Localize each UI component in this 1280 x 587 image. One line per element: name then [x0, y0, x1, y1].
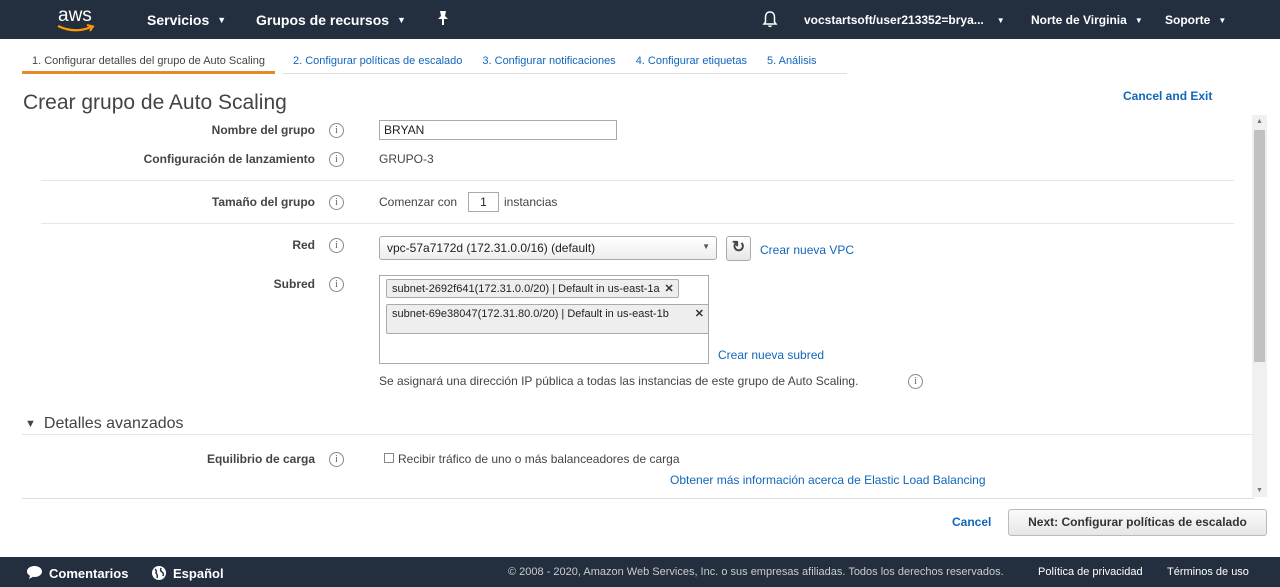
instances-input[interactable]: 1 [468, 192, 499, 212]
info-icon[interactable]: i [329, 452, 344, 467]
page-title: Crear grupo de Auto Scaling [23, 91, 287, 114]
top-nav: aws Servicios ▼ Grupos de recursos ▼ vocst… [0, 0, 1280, 39]
bell-icon[interactable] [762, 10, 778, 31]
user-menu[interactable]: vocstartsoft/user213352=brya... ▼ [804, 13, 1005, 27]
elb-info-link[interactable]: Obtener más información acerca de Elasti… [670, 473, 986, 487]
globe-icon [152, 566, 166, 580]
advanced-details-title: Detalles avanzados [43, 415, 184, 432]
content-bottom-border [22, 498, 1254, 499]
subnet-chip: subnet-2692f641(172.31.0.0/20) | Default… [386, 279, 679, 298]
group-size-label: Tamaño del grupo [211, 195, 315, 209]
services-menu[interactable]: Servicios ▼ [147, 12, 226, 28]
subnet-multiselect[interactable]: subnet-2692f641(172.31.0.0/20) | Default… [379, 275, 709, 364]
load-balancing-label: Equilibrio de carga [206, 452, 315, 466]
chevron-down-icon: ▼ [1134, 16, 1143, 25]
group-name-input[interactable]: BRYAN [379, 120, 617, 140]
info-icon[interactable]: i [329, 238, 344, 253]
load-balancer-checkbox[interactable] [384, 453, 394, 463]
public-ip-note: Se asignará una dirección IP pública a t… [379, 374, 859, 388]
region-menu[interactable]: Norte de Virginia ▼ [1031, 13, 1143, 27]
support-menu[interactable]: Soporte ▼ [1165, 13, 1226, 27]
network-select-value: vpc-57a7172d (172.31.0.0/16) (default) [387, 241, 596, 255]
subnet-chip: subnet-69e38047(172.31.80.0/20) | Defaul… [386, 304, 709, 334]
chevron-down-icon: ▼ [1218, 16, 1227, 25]
chevron-down-icon: ▼ [702, 242, 710, 251]
content-scrollbar[interactable]: ▲ ▼ [1252, 115, 1267, 497]
support-label: Soporte [1165, 13, 1211, 27]
divider [41, 223, 1234, 224]
next-button[interactable]: Next: Configurar políticas de escalado [1008, 509, 1267, 536]
privacy-link[interactable]: Política de privacidad [1038, 566, 1143, 578]
caret-down-icon: ▼ [25, 418, 36, 430]
region-label: Norte de Virginia [1031, 13, 1127, 27]
tab-spacer [275, 50, 283, 74]
instances-text: instancias [504, 195, 558, 209]
group-name-label: Nombre del grupo [211, 123, 315, 137]
feedback-button[interactable]: Comentarios [26, 565, 128, 581]
chevron-down-icon: ▼ [996, 16, 1005, 25]
subnet-chip-label: subnet-69e38047(172.31.80.0/20) | Defaul… [392, 308, 669, 320]
tab-configure-details[interactable]: 1. Configurar detalles del grupo de Auto… [22, 50, 275, 74]
resource-groups-menu[interactable]: Grupos de recursos ▼ [256, 12, 406, 28]
launch-config-value: GRUPO-3 [379, 152, 434, 166]
services-label: Servicios [147, 12, 210, 28]
divider [41, 180, 1234, 181]
scrollbar-thumb[interactable] [1254, 130, 1265, 362]
wizard-tabs: 1. Configurar detalles del grupo de Auto… [22, 50, 847, 74]
tab-notifications[interactable]: 3. Configurar notificaciones [472, 50, 626, 74]
launch-config-label: Configuración de lanzamiento [143, 152, 315, 166]
refresh-icon[interactable]: ↻ [726, 236, 751, 261]
scroll-down-icon[interactable]: ▼ [1256, 487, 1263, 494]
close-icon[interactable]: ✕ [695, 308, 704, 320]
aws-smile-icon [57, 24, 95, 32]
user-label: vocstartsoft/user213352=brya... [804, 13, 984, 27]
divider [22, 434, 1254, 435]
info-icon[interactable]: i [329, 123, 344, 138]
tab-review[interactable]: 5. Análisis [756, 50, 847, 74]
terms-link[interactable]: Términos de uso [1167, 566, 1249, 578]
load-balancer-checkbox-label[interactable]: Recibir tráfico de uno o más balanceador… [398, 452, 680, 466]
feedback-label: Comentarios [49, 566, 129, 581]
footer: Comentarios Español © 2008 - 2020, Amazo… [0, 557, 1280, 587]
info-icon[interactable]: i [329, 152, 344, 167]
chevron-down-icon: ▼ [217, 15, 227, 25]
create-subnet-link[interactable]: Crear nueva subred [718, 348, 824, 362]
subnet-chip-label: subnet-2692f641(172.31.0.0/20) | Default… [392, 283, 660, 295]
info-icon[interactable]: i [908, 374, 923, 389]
subnet-label: Subred [273, 277, 315, 291]
info-icon[interactable]: i [329, 277, 344, 292]
tab-tags[interactable]: 4. Configurar etiquetas [625, 50, 757, 74]
aws-logo[interactable]: aws [55, 5, 99, 33]
language-label: Español [173, 566, 224, 581]
speech-bubble-icon [27, 566, 42, 579]
copyright-text: © 2008 - 2020, Amazon Web Services, Inc.… [508, 566, 1004, 578]
pin-icon[interactable] [437, 10, 449, 29]
network-select[interactable]: vpc-57a7172d (172.31.0.0/16) (default) ▼ [379, 236, 717, 260]
cancel-button[interactable]: Cancel [952, 515, 991, 529]
cancel-and-exit-link[interactable]: Cancel and Exit [1123, 89, 1212, 103]
language-button[interactable]: Español [151, 565, 224, 581]
start-with-text: Comenzar con [379, 195, 458, 209]
advanced-details-toggle[interactable]: ▼ Detalles avanzados [25, 415, 184, 433]
scroll-up-icon[interactable]: ▲ [1256, 118, 1263, 125]
chevron-down-icon: ▼ [397, 15, 406, 25]
resource-groups-label: Grupos de recursos [256, 12, 390, 28]
create-vpc-link[interactable]: Crear nueva VPC [760, 243, 854, 257]
tab-scaling-policies[interactable]: 2. Configurar políticas de escalado [283, 50, 473, 74]
network-label: Red [292, 238, 315, 252]
info-icon[interactable]: i [329, 195, 344, 210]
close-icon[interactable]: ✕ [664, 283, 673, 295]
